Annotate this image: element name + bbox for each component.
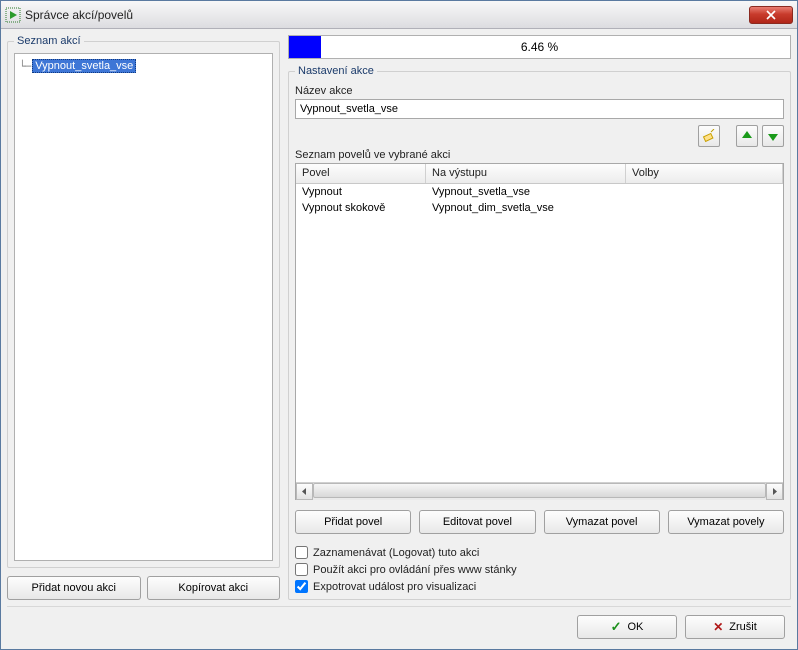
add-command-button[interactable]: Přidat povel (295, 510, 411, 534)
check-icon: ✓ (611, 619, 622, 635)
cell-na: Vypnout_svetla_vse (426, 186, 626, 198)
left-column: Seznam akcí └─ Vypnout_svetla_vse Přidat… (7, 35, 280, 600)
col-header-volby[interactable]: Volby (626, 164, 783, 183)
app-icon (5, 7, 21, 23)
settings-group-label: Nastavení akce (295, 65, 377, 77)
tree-item-label: Vypnout_svetla_vse (32, 59, 136, 73)
x-icon: ✕ (713, 620, 723, 634)
eraser-icon (702, 129, 716, 143)
listview-header: Povel Na výstupu Volby (296, 164, 783, 184)
titlebar: Správce akcí/povelů (1, 1, 797, 29)
move-up-button[interactable] (736, 125, 758, 147)
log-checkbox[interactable] (295, 546, 308, 559)
footer: ✓ OK ✕ Zrušit (7, 606, 791, 643)
horizontal-scrollbar[interactable] (296, 482, 783, 499)
clear-icon-button[interactable] (698, 125, 720, 147)
toolbar (295, 125, 784, 147)
action-name-input[interactable] (295, 99, 784, 119)
www-checkbox-label: Použít akci pro ovládání přes www stánky (313, 564, 517, 576)
commands-list-label: Seznam povelů ve vybrané akci (295, 149, 784, 161)
add-action-button[interactable]: Přidat novou akci (7, 576, 141, 600)
ok-button-label: OK (628, 621, 644, 633)
www-checkbox-row[interactable]: Použít akci pro ovládání přes www stánky (295, 563, 784, 576)
window-title: Správce akcí/povelů (25, 8, 749, 22)
scroll-left-button[interactable] (296, 483, 313, 500)
cancel-button-label: Zrušit (729, 621, 757, 633)
actions-tree[interactable]: └─ Vypnout_svetla_vse (14, 53, 273, 561)
close-icon (766, 10, 776, 20)
log-checkbox-label: Zaznamenávat (Logovat) tuto akci (313, 547, 479, 559)
col-header-na[interactable]: Na výstupu (426, 164, 626, 183)
scroll-track[interactable] (313, 483, 766, 500)
edit-command-button[interactable]: Editovat povel (419, 510, 535, 534)
chevron-left-icon (301, 488, 308, 495)
window: Správce akcí/povelů Seznam akcí └─ Vypno… (0, 0, 798, 650)
log-checkbox-row[interactable]: Zaznamenávat (Logovat) tuto akci (295, 546, 784, 559)
export-checkbox[interactable] (295, 580, 308, 593)
ok-button[interactable]: ✓ OK (577, 615, 677, 639)
commands-listview[interactable]: Povel Na výstupu Volby Vypnout Vypnout_s… (295, 163, 784, 500)
chevron-right-icon (771, 488, 778, 495)
cell-na: Vypnout_dim_svetla_vse (426, 202, 626, 214)
copy-action-button[interactable]: Kopírovat akci (147, 576, 281, 600)
right-column: 6.46 % Nastavení akce Název akce (288, 35, 791, 600)
delete-command-button[interactable]: Vymazat povel (544, 510, 660, 534)
table-row[interactable]: Vypnout Vypnout_svetla_vse (296, 184, 783, 200)
arrow-down-icon (767, 130, 779, 142)
cancel-button[interactable]: ✕ Zrušit (685, 615, 785, 639)
actions-group-label: Seznam akcí (14, 35, 84, 47)
tree-item-action[interactable]: └─ Vypnout_svetla_vse (19, 58, 268, 74)
arrow-up-icon (741, 130, 753, 142)
scroll-right-button[interactable] (766, 483, 783, 500)
www-checkbox[interactable] (295, 563, 308, 576)
scroll-thumb[interactable] (313, 483, 766, 498)
export-checkbox-row[interactable]: Expotrovat událost pro visualizaci (295, 580, 784, 593)
settings-group: Nastavení akce Název akce (288, 65, 791, 600)
tree-branch-icon: └─ (19, 60, 30, 73)
left-buttons: Přidat novou akci Kopírovat akci (7, 576, 280, 600)
cell-povel: Vypnout (296, 186, 426, 198)
close-button[interactable] (749, 6, 793, 24)
action-name-label: Název akce (295, 85, 784, 97)
actions-group: Seznam akcí └─ Vypnout_svetla_vse (7, 35, 280, 568)
main-row: Seznam akcí └─ Vypnout_svetla_vse Přidat… (7, 35, 791, 600)
cell-povel: Vypnout skokově (296, 202, 426, 214)
listview-body[interactable]: Vypnout Vypnout_svetla_vse Vypnout skoko… (296, 184, 783, 482)
progress-label: 6.46 % (289, 40, 790, 54)
delete-all-commands-button[interactable]: Vymazat povely (668, 510, 784, 534)
export-checkbox-label: Expotrovat událost pro visualizaci (313, 581, 476, 593)
command-buttons: Přidat povel Editovat povel Vymazat pove… (295, 510, 784, 534)
table-row[interactable]: Vypnout skokově Vypnout_dim_svetla_vse (296, 200, 783, 216)
client-area: Seznam akcí └─ Vypnout_svetla_vse Přidat… (1, 29, 797, 649)
move-down-button[interactable] (762, 125, 784, 147)
progress-bar: 6.46 % (288, 35, 791, 59)
col-header-povel[interactable]: Povel (296, 164, 426, 183)
